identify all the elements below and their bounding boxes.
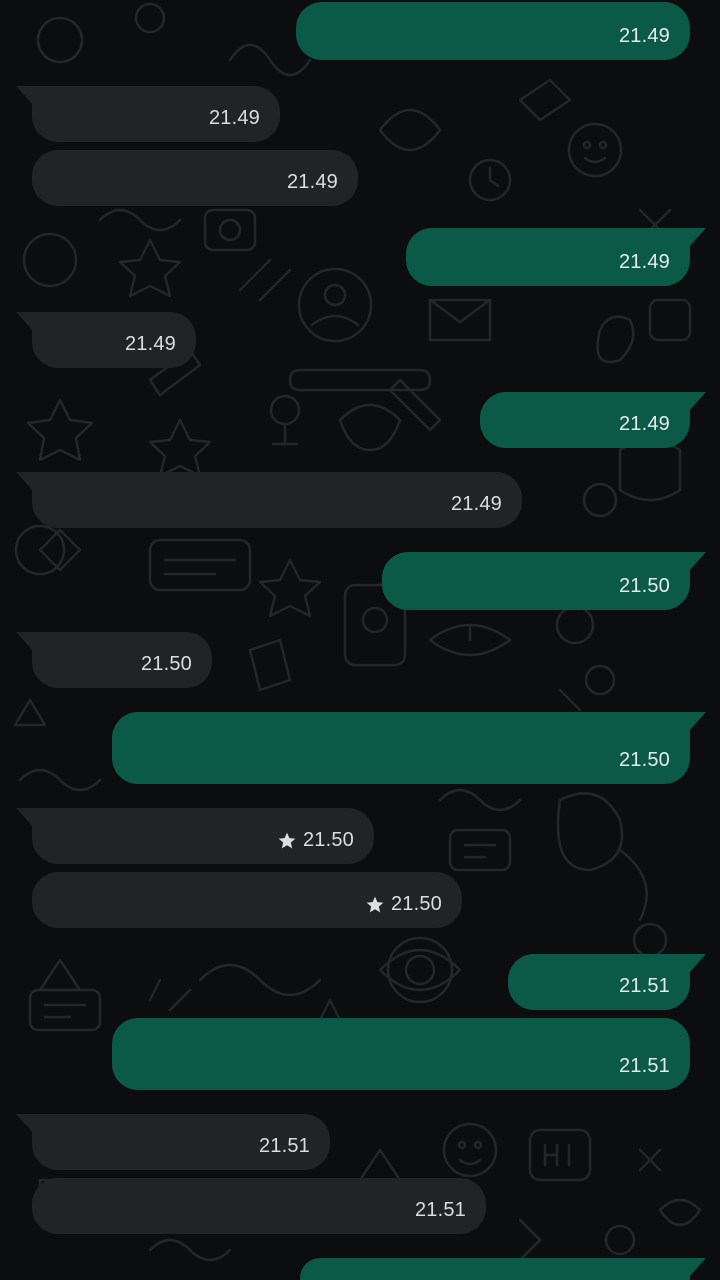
incoming-message-bubble[interactable]: 21.50: [32, 872, 462, 928]
message-meta: 21.50: [365, 893, 442, 916]
message-meta: 21.50: [619, 749, 670, 772]
message-timestamp: 21.50: [618, 575, 670, 597]
bubble-tail: [688, 1258, 706, 1278]
message-timestamp: 21.49: [208, 107, 260, 129]
incoming-message-bubble[interactable]: 21.49: [32, 150, 358, 206]
bubble-tail: [16, 312, 34, 332]
message-meta: 21.49: [619, 25, 670, 48]
incoming-message-bubble[interactable]: 21.49: [16, 312, 196, 368]
message-meta: 21.49: [451, 493, 502, 516]
incoming-message-bubble[interactable]: 21.50: [16, 632, 212, 688]
bubble-tail: [16, 1114, 34, 1134]
bubble-tail: [688, 712, 706, 732]
message-timestamp: 21.49: [450, 493, 502, 515]
message-timestamp: 21.51: [618, 975, 670, 997]
message-meta: 21.49: [209, 107, 260, 130]
outgoing-message-bubble[interactable]: 21.50: [112, 712, 706, 784]
message-timestamp: 21.51: [618, 1055, 670, 1077]
message-timestamp: 21.50: [140, 653, 192, 675]
message-timestamp: 21.50: [618, 749, 670, 771]
outgoing-message-bubble[interactable]: 21.49: [480, 392, 706, 448]
message-meta: 21.50: [619, 575, 670, 598]
incoming-message-bubble[interactable]: 21.50: [16, 808, 374, 864]
chat-view[interactable]: 21.49 21.49 21.49 21.49 21.49 21.49 21.4…: [0, 0, 720, 1280]
outgoing-message-bubble[interactable]: 21.51: [508, 954, 706, 1010]
bubble-tail: [688, 552, 706, 572]
message-timestamp: 21.49: [618, 251, 670, 273]
bubble-tail: [688, 392, 706, 412]
bubble-tail: [16, 86, 34, 106]
bubble-tail: [16, 808, 34, 828]
star-icon: [278, 832, 296, 848]
message-timestamp: 21.50: [302, 829, 354, 851]
message-meta: 21.51: [619, 1055, 670, 1078]
message-timestamp: 21.49: [124, 333, 176, 355]
message-meta: 21.49: [619, 251, 670, 274]
message-meta: 21.49: [287, 171, 338, 194]
message-timestamp: 21.49: [618, 25, 670, 47]
outgoing-message-bubble[interactable]: 21.49: [406, 228, 706, 286]
message-timestamp: 21.49: [286, 171, 338, 193]
incoming-message-bubble[interactable]: 21.51: [16, 1114, 330, 1170]
incoming-message-bubble[interactable]: 21.49: [16, 86, 280, 142]
outgoing-message-bubble[interactable]: 21.51: [112, 1018, 690, 1090]
message-meta: 21.51: [259, 1135, 310, 1158]
message-meta: 21.50: [141, 653, 192, 676]
star-icon: [366, 896, 384, 912]
bubble-tail: [16, 472, 34, 492]
message-timestamp: 21.51: [414, 1199, 466, 1221]
bubble-tail: [688, 228, 706, 248]
message-meta: 21.51: [619, 975, 670, 998]
message-timestamp: 21.51: [258, 1135, 310, 1157]
bubble-tail: [688, 954, 706, 974]
message-meta: 21.49: [619, 413, 670, 436]
message-meta: 21.51: [415, 1199, 466, 1222]
outgoing-message-bubble[interactable]: 21.50: [382, 552, 706, 610]
message-meta: 21.50: [277, 829, 354, 852]
bubble-tail: [16, 632, 34, 652]
message-timestamp: 21.49: [618, 413, 670, 435]
message-timestamp: 21.50: [390, 893, 442, 915]
incoming-message-bubble[interactable]: 21.51: [32, 1178, 486, 1234]
outgoing-message-bubble[interactable]: [300, 1258, 706, 1280]
message-meta: 21.49: [125, 333, 176, 356]
outgoing-message-bubble[interactable]: 21.49: [296, 2, 690, 60]
incoming-message-bubble[interactable]: 21.49: [16, 472, 522, 528]
